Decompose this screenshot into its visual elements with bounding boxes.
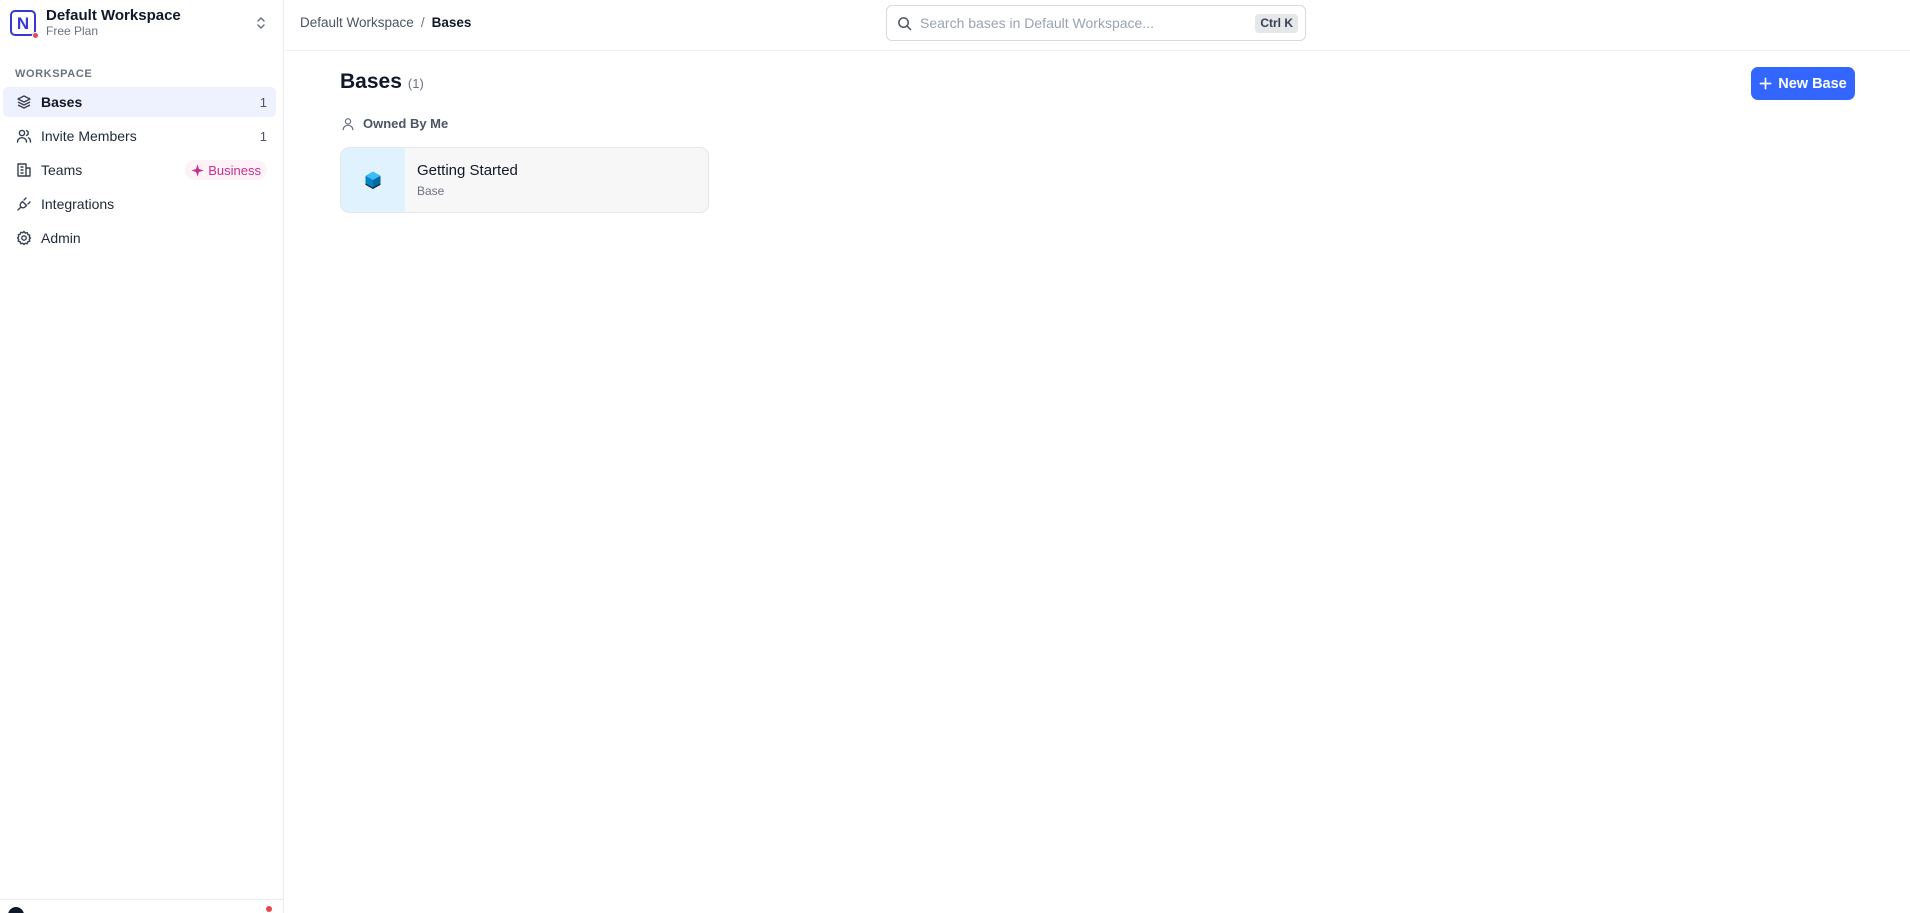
- plug-icon: [15, 196, 32, 213]
- new-base-label: New Base: [1778, 75, 1847, 92]
- sidebar-footer: [0, 899, 284, 913]
- base-card[interactable]: Getting Started Base: [340, 147, 709, 213]
- workspace-logo-letter: N: [16, 13, 30, 33]
- breadcrumb: Default Workspace / Bases: [300, 15, 471, 30]
- plus-icon: [1759, 77, 1772, 90]
- page-count: (1): [407, 76, 424, 91]
- sidebar-item-admin[interactable]: Admin: [3, 223, 276, 253]
- sidebar-item-invite-members[interactable]: Invite Members 1: [3, 121, 276, 151]
- group-owned-by-me: Owned By Me: [341, 116, 448, 131]
- search-icon: [897, 16, 912, 31]
- cube-icon: [365, 171, 381, 189]
- sidebar-item-integrations[interactable]: Integrations: [3, 189, 276, 219]
- workspace-name: Default Workspace: [46, 7, 181, 24]
- layers-icon: [15, 94, 32, 111]
- workspace-titles: Default Workspace Free Plan: [46, 7, 251, 39]
- chevron-up-down-icon[interactable]: [251, 13, 271, 33]
- users-icon: [15, 128, 32, 145]
- search-box[interactable]: Ctrl K: [886, 5, 1306, 41]
- base-card-title: Getting Started: [417, 162, 518, 179]
- sidebar-item-label: Bases: [41, 94, 83, 110]
- search-input[interactable]: [920, 15, 1256, 31]
- sidebar-item-label: Integrations: [41, 196, 115, 212]
- breadcrumb-item-current: Bases: [431, 15, 472, 30]
- sidebar-item-label: Admin: [41, 230, 81, 246]
- gear-icon: [15, 230, 32, 247]
- sidebar-item-teams[interactable]: Teams Business: [3, 155, 276, 185]
- avatar[interactable]: [8, 907, 24, 913]
- base-card-subtitle: Base: [417, 184, 445, 198]
- sidebar-nav: Bases 1 Invite Members 1 Teams Business: [0, 87, 283, 253]
- workspace-switcher[interactable]: N Default Workspace Free Plan: [0, 0, 283, 46]
- workspace-logo: N: [10, 10, 39, 39]
- sidebar-item-bases[interactable]: Bases 1: [3, 87, 276, 117]
- base-card-text: Getting Started Base: [405, 148, 518, 212]
- shortcut-hint: Ctrl K: [1255, 13, 1298, 33]
- sidebar-item-label: Invite Members: [41, 128, 137, 144]
- topbar: Default Workspace / Bases Ctrl K: [285, 0, 1910, 51]
- notification-dot: [266, 906, 272, 912]
- user-icon: [341, 117, 355, 131]
- building-icon: [15, 162, 32, 179]
- notification-dot: [32, 32, 39, 39]
- sparkle-icon: [191, 163, 204, 177]
- new-base-button[interactable]: New Base: [1751, 67, 1855, 100]
- breadcrumb-separator: /: [420, 15, 425, 30]
- base-card-icon-area: [341, 148, 405, 212]
- sidebar: N Default Workspace Free Plan WORKSPACE …: [0, 0, 284, 913]
- section-label-workspace: WORKSPACE: [15, 68, 93, 80]
- sidebar-item-count: 1: [259, 94, 267, 110]
- workspace-plan: Free Plan: [46, 24, 99, 38]
- page-title-row: Bases (1): [340, 70, 424, 94]
- sidebar-item-count: 1: [259, 128, 267, 144]
- breadcrumb-item-workspace[interactable]: Default Workspace: [300, 15, 414, 30]
- business-badge-label: Business: [208, 162, 261, 178]
- sidebar-item-label: Teams: [41, 162, 83, 178]
- group-label: Owned By Me: [363, 116, 449, 131]
- page-title: Bases: [340, 70, 402, 93]
- business-badge[interactable]: Business: [185, 160, 267, 180]
